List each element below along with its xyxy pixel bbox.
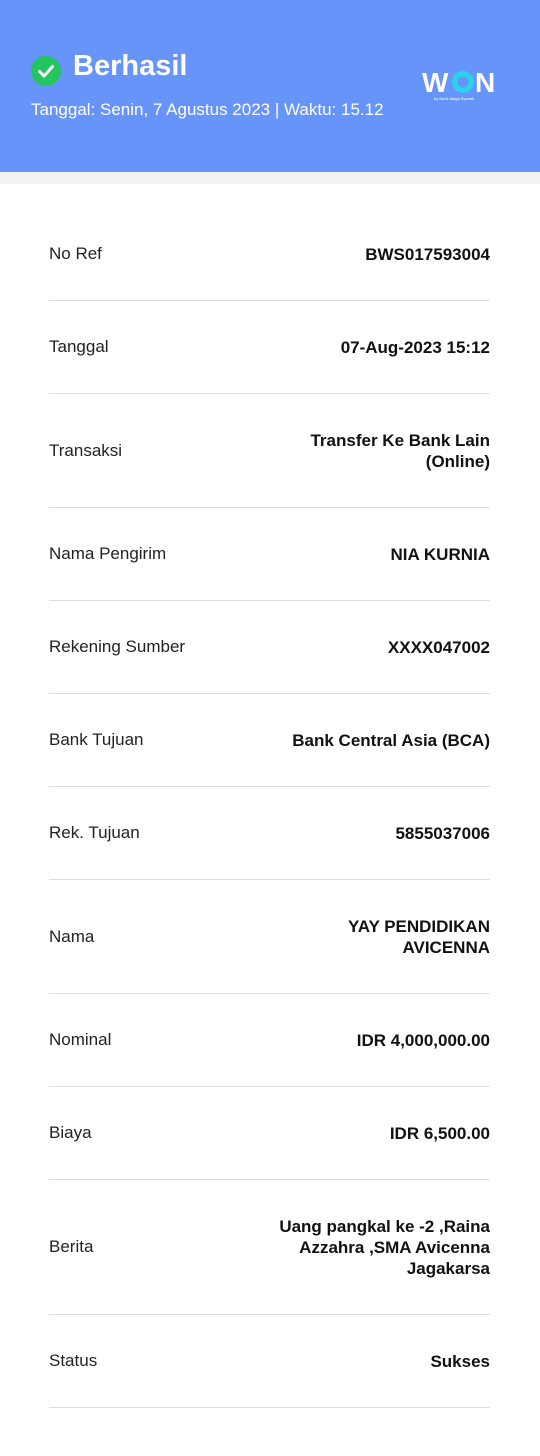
detail-row-nama: Nama YAY PENDIDIKAN AVICENNA bbox=[49, 880, 490, 994]
status-title: Berhasil bbox=[73, 50, 188, 82]
detail-label: Transaksi bbox=[49, 440, 123, 460]
detail-value: IDR 4,000,000.00 bbox=[356, 1030, 490, 1050]
transaction-datetime: Tanggal: Senin, 7 Agustus 2023 | Waktu: … bbox=[31, 100, 384, 119]
transaction-details: No Ref BWS017593004 Tanggal 07-Aug-2023 … bbox=[49, 208, 490, 1408]
detail-row-nama-pengirim: Nama Pengirim NIA KURNIA bbox=[49, 508, 490, 601]
svg-text:W: W bbox=[422, 67, 449, 98]
detail-row-status: Status Sukses bbox=[49, 1315, 490, 1408]
detail-row-no-ref: No Ref BWS017593004 bbox=[49, 208, 490, 301]
detail-label: Rekening Sumber bbox=[49, 637, 186, 656]
detail-label: Status bbox=[49, 1351, 98, 1370]
detail-value: Bank Central Asia (BCA) bbox=[292, 730, 490, 750]
svg-text:N: N bbox=[475, 67, 495, 98]
detail-row-transaksi: Transaksi Transfer Ke Bank Lain (Online) bbox=[49, 394, 490, 508]
detail-label: Biaya bbox=[49, 1123, 92, 1142]
detail-label: Nama Pengirim bbox=[49, 544, 167, 563]
header-divider bbox=[0, 172, 540, 184]
detail-value: 5855037006 bbox=[395, 823, 490, 843]
detail-label: Bank Tujuan bbox=[49, 730, 144, 749]
detail-row-rekening-sumber: Rekening Sumber XXXX047002 bbox=[49, 601, 490, 694]
detail-label: Tanggal bbox=[49, 337, 109, 356]
svg-text:by Bank Mega Syariah: by Bank Mega Syariah bbox=[434, 96, 474, 101]
detail-label: Berita bbox=[49, 1237, 94, 1256]
detail-value: 07-Aug-2023 15:12 bbox=[340, 337, 490, 357]
detail-label: No Ref bbox=[49, 244, 102, 263]
detail-label: Nama bbox=[49, 926, 95, 946]
status-value: Sukses bbox=[430, 1351, 490, 1371]
detail-value: NIA KURNIA bbox=[390, 544, 490, 564]
success-header: Berhasil Tanggal: Senin, 7 Agustus 2023 … bbox=[0, 0, 540, 172]
detail-row-biaya: Biaya IDR 6,500.00 bbox=[49, 1087, 490, 1180]
detail-value: XXXX047002 bbox=[387, 637, 490, 657]
detail-row-nominal: Nominal IDR 4,000,000.00 bbox=[49, 994, 490, 1087]
won-logo: W N by Bank Mega Syariah bbox=[422, 67, 495, 101]
detail-label: Nominal bbox=[49, 1030, 112, 1049]
detail-value: BWS017593004 bbox=[365, 244, 490, 264]
detail-label: Rek. Tujuan bbox=[49, 823, 140, 842]
check-circle-icon bbox=[31, 56, 61, 86]
detail-value: IDR 6,500.00 bbox=[389, 1123, 490, 1143]
detail-value: Uang pangkal ke -2 ,Raina Azzahra ,SMA A… bbox=[279, 1216, 490, 1278]
detail-row-bank-tujuan: Bank Tujuan Bank Central Asia (BCA) bbox=[49, 694, 490, 787]
detail-value: Transfer Ke Bank Lain (Online) bbox=[310, 430, 490, 471]
detail-row-berita: Berita Uang pangkal ke -2 ,Raina Azzahra… bbox=[49, 1180, 490, 1315]
detail-row-tanggal: Tanggal 07-Aug-2023 15:12 bbox=[49, 301, 490, 394]
detail-row-rek-tujuan: Rek. Tujuan 5855037006 bbox=[49, 787, 490, 880]
detail-value: YAY PENDIDIKAN AVICENNA bbox=[347, 916, 490, 957]
